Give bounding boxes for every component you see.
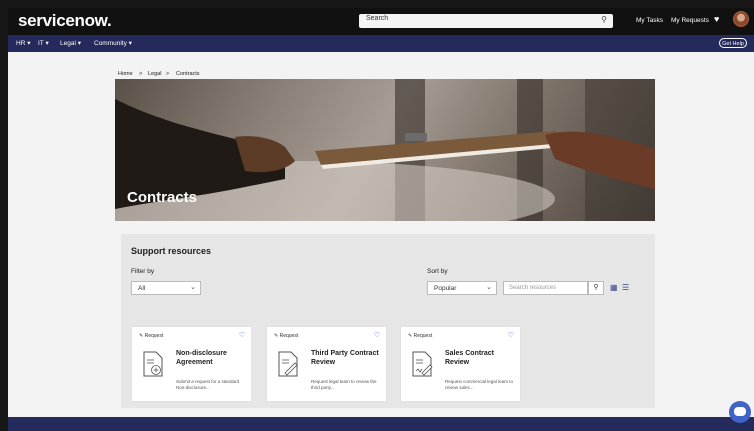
resource-card[interactable]: ✎ Request ♡ Sales Contract Review Reques… [400,326,521,402]
resource-card[interactable]: ✎ Request ♡ Third Party Contract Review … [266,326,387,402]
favorite-icon[interactable]: ♡ [239,331,245,339]
document-icon [278,351,298,377]
get-help-button[interactable]: Get Help [719,38,747,48]
chat-button[interactable] [729,401,751,423]
nav-item-legal[interactable]: Legal ▾ [60,39,81,47]
avatar[interactable] [733,11,749,27]
sort-value: Popular [434,285,457,292]
top-bar: servicenow. Search ⚲ My Tasks My Request… [8,8,754,35]
my-tasks-link[interactable]: My Tasks [636,17,663,24]
resource-card[interactable]: ✎ Request ♡ Non-disclosure Agreement Sub… [131,326,252,402]
page-title: Contracts [127,189,198,206]
grid-view-icon[interactable]: ▦ [610,283,618,292]
list-view-icon[interactable]: ☰ [622,283,629,292]
document-icon [143,351,163,377]
card-description: Request commercial legal team to review … [445,379,514,390]
chevron-down-icon: ⌄ [190,284,196,291]
card-title: Third Party Contract Review [311,350,379,366]
card-description: Request legal team to review the third p… [311,379,377,390]
filter-label: Filter by [131,268,155,275]
support-resources-panel: Support resources Filter by All ⌄ Sort b… [121,234,655,408]
search-placeholder: Search [366,15,389,22]
filter-select[interactable]: All ⌄ [131,281,201,295]
sort-select[interactable]: Popular ⌄ [427,281,497,295]
search-icon[interactable]: ⚲ [601,15,607,24]
breadcrumb-separator: > [166,71,170,77]
my-requests-link[interactable]: My Requests [671,17,709,24]
logo[interactable]: servicenow. [18,11,112,31]
chat-icon [734,407,746,416]
footer-bar [8,417,754,431]
chevron-down-icon: ⌄ [486,284,492,291]
resource-search-input[interactable]: Search resources [503,281,588,295]
card-title: Sales Contract Review [445,350,495,366]
portal-page: servicenow. Search ⚲ My Tasks My Request… [8,8,754,431]
request-tag: ✎ Request [408,333,433,339]
search-placeholder: Search resources [509,285,557,291]
search-icon: ⚲ [593,284,599,291]
breadcrumb-current: Contracts [176,71,200,77]
section-title: Support resources [131,246,212,256]
nav-item-community[interactable]: Community ▾ [94,39,132,47]
breadcrumb-separator: > [139,71,143,77]
favorite-icon[interactable]: ♡ [374,331,380,339]
nav-item-hr[interactable]: HR ▾ [16,39,30,47]
breadcrumb-home[interactable]: Home [118,71,133,77]
filter-value: All [138,285,146,292]
search-button[interactable]: ⚲ [588,281,604,295]
card-description: Submit a request for a standard Non-disc… [176,379,240,390]
card-title: Non-disclosure Agreement [176,350,227,366]
hero-banner: Contracts [115,79,655,221]
request-tag: ✎ Request [139,333,164,339]
document-icon [412,351,433,377]
heart-icon[interactable]: ♥ [714,14,719,24]
global-search[interactable]: Search ⚲ [359,14,613,28]
request-tag: ✎ Request [274,333,299,339]
breadcrumb-legal[interactable]: Legal [148,71,161,77]
main-nav: HR ▾ IT ▾ Legal ▾ Community ▾ Get Help [8,35,754,52]
sort-label: Sort by [427,268,448,275]
nav-item-it[interactable]: IT ▾ [38,39,49,47]
favorite-icon[interactable]: ♡ [508,331,514,339]
